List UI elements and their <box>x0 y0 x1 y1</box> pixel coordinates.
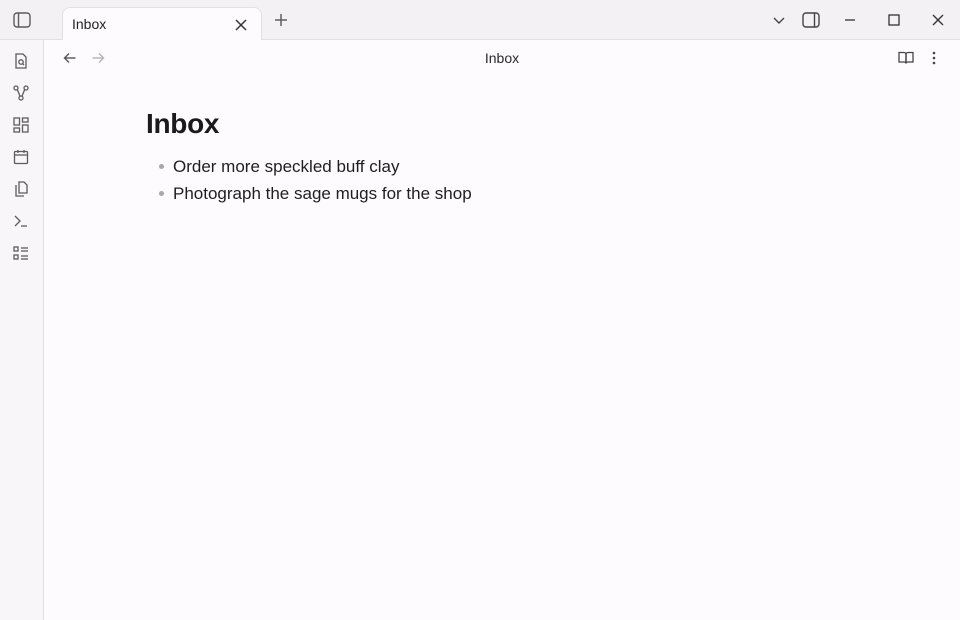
ribbon-daily-note-button[interactable] <box>7 143 35 171</box>
calendar-icon <box>13 150 29 165</box>
bullet-icon <box>159 190 164 196</box>
terminal-icon <box>14 215 27 227</box>
close-icon <box>932 14 944 26</box>
maximize-button[interactable] <box>880 6 908 34</box>
dashboard-icon <box>13 117 29 133</box>
minimize-icon <box>845 19 855 21</box>
sidebar-right-icon <box>802 12 820 28</box>
close-window-button[interactable] <box>924 6 952 34</box>
bullet-icon <box>159 164 164 169</box>
tab-title: Inbox <box>72 16 107 32</box>
ribbon-canvas-button[interactable] <box>7 111 35 139</box>
note-heading[interactable]: Inbox <box>146 108 219 140</box>
book-open-icon <box>898 51 914 64</box>
close-icon <box>235 19 247 31</box>
sidebar-left-icon <box>13 12 31 28</box>
copy-files-icon <box>15 181 28 197</box>
more-vertical-icon <box>932 51 936 65</box>
tab-list-button[interactable] <box>765 6 793 34</box>
note-view: Inbox Inbox Order more speckled buff cla <box>44 40 960 620</box>
ribbon-templates-button[interactable] <box>7 175 35 203</box>
file-search-icon <box>15 53 27 69</box>
view-header: Inbox <box>44 40 960 76</box>
tab-close-button[interactable] <box>227 11 255 39</box>
tab-inbox[interactable]: Inbox <box>62 7 262 40</box>
chevron-down-icon <box>773 17 785 24</box>
ribbon-search-files-button[interactable] <box>7 47 35 75</box>
sidebar-toggle-button[interactable] <box>8 6 36 34</box>
bullet-list: Order more speckled buff clay Photograph… <box>158 156 472 209</box>
view-title[interactable]: Inbox <box>44 50 960 66</box>
ribbon-graph-view-button[interactable] <box>7 79 35 107</box>
title-bar: Inbox <box>0 0 960 40</box>
list-item-text: Photograph the sage mugs for the shop <box>173 183 472 203</box>
right-sidebar-toggle-button[interactable] <box>797 6 825 34</box>
ribbon-command-palette-button[interactable] <box>7 207 35 235</box>
reading-view-button[interactable] <box>892 44 920 72</box>
ribbon-outline-button[interactable] <box>7 239 35 267</box>
more-options-button[interactable] <box>920 44 948 72</box>
list-item[interactable]: Photograph the sage mugs for the shop <box>158 183 472 210</box>
app-window: Inbox Inbox Inbox Order more speckled bu… <box>0 0 960 620</box>
graph-icon <box>13 85 29 101</box>
checklist-icon <box>13 246 28 260</box>
plus-icon <box>275 14 287 26</box>
list-item-text: Order more speckled buff clay <box>173 157 400 176</box>
maximize-icon <box>888 14 900 26</box>
list-item[interactable]: Order more speckled buff clay <box>158 156 472 183</box>
left-ribbon <box>0 40 44 620</box>
minimize-button[interactable] <box>836 6 864 34</box>
new-tab-button[interactable] <box>267 6 295 34</box>
